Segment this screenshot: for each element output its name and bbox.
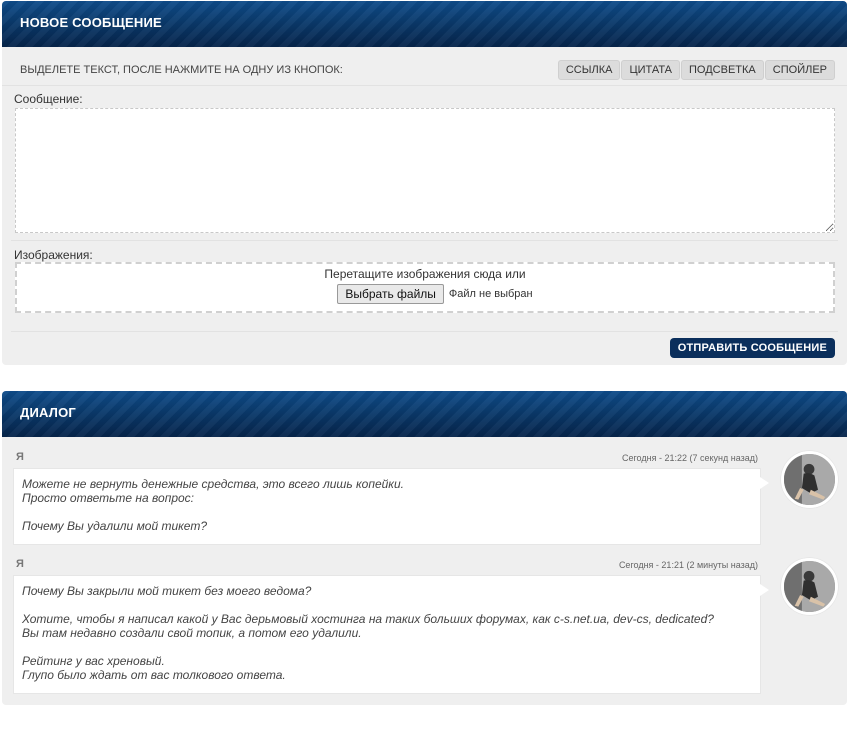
- dropzone-text: Перетащите изображения сюда или: [324, 267, 526, 281]
- dialog-title: ДИАЛОГ: [2, 391, 847, 437]
- images-label: Изображения:: [14, 248, 93, 262]
- message-text: Можете не вернуть денежные средства, это…: [13, 468, 769, 545]
- message-item: Я Сегодня - 21:22 (7 секунд назад) Может…: [11, 451, 847, 546]
- message-author: Я: [16, 451, 24, 463]
- new-message-title: НОВОЕ СООБЩЕНИЕ: [2, 1, 847, 47]
- avatar: [781, 558, 838, 615]
- quote-button[interactable]: ЦИТАТА: [621, 60, 681, 80]
- message-label: Сообщение:: [14, 92, 83, 106]
- file-status: Файл не выбран: [448, 288, 533, 300]
- divider: [11, 240, 838, 241]
- spoiler-button[interactable]: СПОЙЛЕР: [764, 60, 835, 80]
- dialog-panel: ДИАЛОГ Я Сегодня - 21:22 (7 секунд назад…: [2, 391, 847, 705]
- send-message-button[interactable]: ОТПРАВИТЬ СООБЩЕНИЕ: [669, 338, 835, 358]
- avatar: [781, 451, 838, 508]
- divider: [11, 331, 838, 332]
- message-textarea[interactable]: [15, 108, 835, 233]
- user-photo-icon: [784, 454, 835, 505]
- message-item: Я Сегодня - 21:21 (2 минуты назад) Почем…: [11, 558, 847, 698]
- choose-files-button[interactable]: Выбрать файлы: [337, 284, 444, 304]
- message-text: Почему Вы закрыли мой тикет без моего ве…: [13, 575, 769, 694]
- toolbar-buttons: ССЫЛКА ЦИТАТА ПОДСВЕТКА СПОЙЛЕР: [557, 60, 835, 80]
- image-dropzone[interactable]: Перетащите изображения сюда или Выбрать …: [15, 262, 835, 313]
- toolbar-hint: ВЫДЕЛЕТЕ ТЕКСТ, ПОСЛЕ НАЖМИТЕ НА ОДНУ ИЗ…: [20, 64, 343, 76]
- new-message-panel: НОВОЕ СООБЩЕНИЕ ВЫДЕЛЕТЕ ТЕКСТ, ПОСЛЕ НА…: [2, 1, 847, 365]
- formatting-toolbar: ВЫДЕЛЕТЕ ТЕКСТ, ПОСЛЕ НАЖМИТЕ НА ОДНУ ИЗ…: [2, 56, 847, 86]
- message-time: Сегодня - 21:22 (7 секунд назад): [621, 453, 758, 463]
- message-time: Сегодня - 21:21 (2 минуты назад): [618, 560, 758, 570]
- page-edge: [854, 0, 858, 739]
- highlight-button[interactable]: ПОДСВЕТКА: [681, 60, 764, 80]
- link-button[interactable]: ССЫЛКА: [557, 60, 621, 80]
- message-author: Я: [16, 558, 24, 570]
- user-photo-icon: [784, 561, 835, 612]
